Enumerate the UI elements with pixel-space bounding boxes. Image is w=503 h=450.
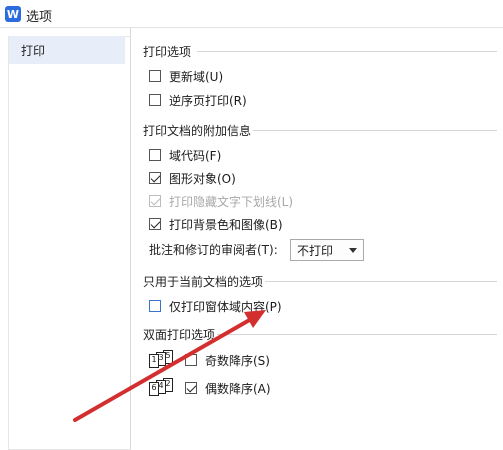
option-label: 偶数降序(A) — [205, 381, 271, 396]
section-divider — [217, 334, 497, 335]
checkbox-checked[interactable] — [149, 218, 161, 230]
option-label: 仅打印窗体域内容(P) — [169, 299, 282, 314]
page-icon: 6 — [149, 382, 159, 396]
option-label: 图形对象(O) — [169, 171, 236, 186]
option-field-codes[interactable]: 域代码(F) — [149, 145, 221, 165]
option-label: 奇数降序(S) — [205, 353, 270, 368]
dialog-title: 选项 — [26, 10, 53, 25]
option-reverse-order[interactable]: 逆序页打印(R) — [149, 90, 247, 110]
option-background[interactable]: 打印背景色和图像(B) — [149, 214, 283, 234]
section-doc-info-title: 打印文档的附加信息 — [143, 123, 252, 138]
option-label: 域代码(F) — [169, 148, 222, 163]
reviewer-label: 批注和修订的审阅者(T): — [149, 243, 278, 257]
checkbox[interactable] — [149, 70, 161, 82]
option-update-fields[interactable]: 更新域(U) — [149, 66, 223, 86]
section-current-doc-title: 只用于当前文档的选项 — [143, 274, 264, 289]
checkbox[interactable] — [149, 149, 161, 161]
option-drawing-objects[interactable]: 图形对象(O) — [149, 168, 236, 188]
print-settings-panel: 打印选项 更新域(U) 逆序页打印(R) 打印文档的附加信息 域代码(F) 图形… — [131, 28, 503, 450]
checkbox[interactable] — [149, 94, 161, 106]
title-bar: W 选项 — [0, 0, 503, 28]
option-odd-descending[interactable]: 奇数降序(S) — [185, 350, 270, 370]
option-label: 打印隐藏文字下划线(L) — [169, 194, 294, 209]
option-label: 更新域(U) — [169, 69, 224, 84]
reviewer-dropdown[interactable]: 不打印 — [290, 239, 364, 261]
option-even-descending[interactable]: 偶数降序(A) — [185, 378, 271, 398]
wps-writer-icon: W — [5, 6, 21, 22]
page-icon: 1 — [149, 354, 159, 368]
option-label: 打印背景色和图像(B) — [169, 217, 283, 232]
checkbox[interactable] — [185, 354, 197, 366]
section-print-options-title: 打印选项 — [143, 44, 192, 59]
section-duplex-title: 双面打印选项 — [143, 327, 216, 342]
checkbox-checked[interactable] — [149, 172, 161, 184]
section-divider — [253, 130, 497, 131]
checkbox[interactable] — [149, 300, 161, 312]
checkbox-disabled — [149, 195, 161, 207]
option-label: 逆序页打印(R) — [169, 93, 247, 108]
option-form-fields-only[interactable]: 仅打印窗体域内容(P) — [149, 296, 282, 316]
sidebar-panel — [8, 36, 131, 450]
dropdown-value: 不打印 — [297, 243, 334, 258]
checkbox-checked[interactable] — [185, 382, 197, 394]
even-pages-icon: 2 4 6 — [149, 378, 181, 396]
section-divider — [197, 51, 497, 52]
option-hidden-text-underline: 打印隐藏文字下划线(L) — [149, 191, 293, 211]
chevron-down-icon — [349, 248, 357, 253]
sidebar-item-label: 打印 — [21, 43, 46, 58]
section-divider — [265, 281, 497, 282]
sidebar-item-print[interactable]: 打印 — [9, 36, 125, 64]
sidebar — [0, 28, 131, 450]
odd-pages-icon: 5 3 1 — [149, 350, 181, 368]
